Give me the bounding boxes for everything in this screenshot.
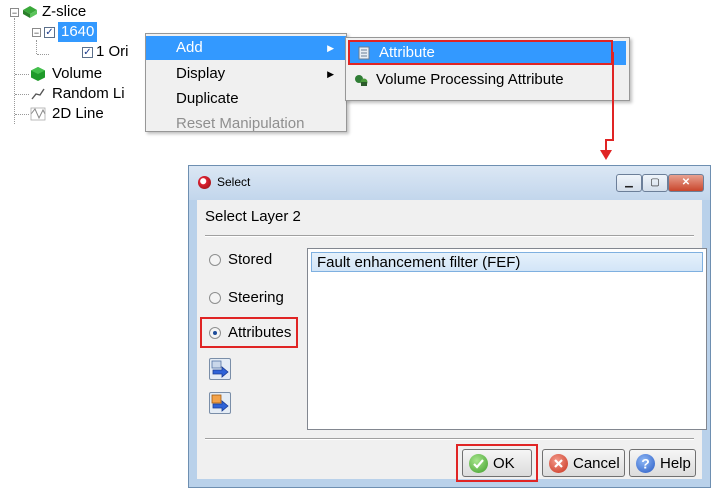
radio-label: Steering (228, 289, 284, 306)
import-file-button[interactable] (209, 392, 231, 414)
select-dialog: Select ▁ ▢ ✕ Select Layer 2 Stored Steer… (188, 165, 711, 488)
dialog-heading: Select Layer 2 (205, 208, 301, 225)
radio-steering[interactable]: Steering (209, 289, 284, 306)
ok-annotation-box (456, 444, 538, 482)
attribute-listbox[interactable]: Fault enhancement filter (FEF) (307, 248, 707, 430)
dialog-titlebar[interactable]: Select ▁ ▢ ✕ (189, 166, 710, 200)
dialog-title: Select (217, 175, 251, 189)
import-seg-button[interactable] (209, 358, 231, 380)
divider (205, 235, 694, 237)
close-button[interactable]: ✕ (668, 174, 704, 192)
file-import-icon (211, 394, 229, 412)
minimize-button[interactable]: ▁ (616, 174, 642, 192)
maximize-button[interactable]: ▢ (642, 174, 668, 192)
list-item[interactable]: Fault enhancement filter (FEF) (311, 252, 703, 272)
button-label: Help (660, 454, 691, 472)
button-label: Cancel (573, 454, 620, 472)
divider (205, 438, 694, 440)
radio-label: Stored (228, 251, 273, 268)
dialog-body: Select Layer 2 Stored Steering Attribute… (197, 200, 707, 482)
seg-import-icon (211, 360, 229, 378)
cancel-icon (549, 453, 568, 473)
radio-stored[interactable]: Stored (209, 251, 272, 268)
svg-text:?: ? (641, 455, 650, 471)
cancel-button[interactable]: Cancel (542, 449, 625, 477)
attributes-annotation-box (200, 317, 298, 348)
radio-indicator[interactable] (209, 291, 221, 304)
help-icon: ? (636, 453, 655, 473)
help-button[interactable]: ? Help (629, 449, 696, 477)
app-icon (198, 176, 211, 189)
radio-indicator[interactable] (209, 253, 221, 266)
